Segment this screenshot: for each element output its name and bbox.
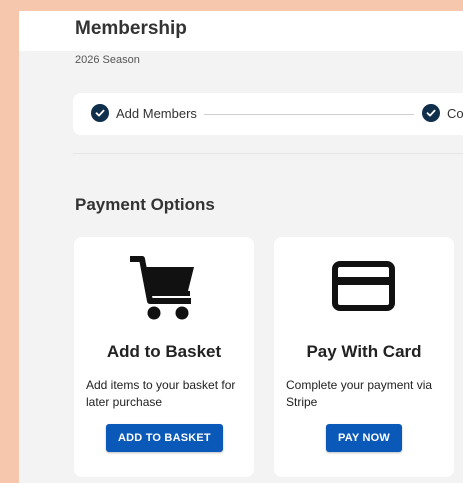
card-title: Pay With Card [306, 342, 422, 361]
step-label: Co [447, 105, 463, 121]
progress-stepper: Add Members Co [73, 93, 463, 135]
season-subtitle: 2026 Season [75, 54, 140, 66]
section-divider [73, 153, 463, 154]
step-complete[interactable]: Co [422, 104, 463, 122]
pay-now-button[interactable]: PAY NOW [326, 424, 402, 452]
step-label: Add Members [116, 105, 197, 121]
pay-with-card-card: Pay With Card Complete your payment via … [274, 237, 454, 477]
shopping-cart-icon [74, 253, 254, 323]
add-to-basket-button[interactable]: ADD TO BASKET [106, 424, 223, 452]
page-title: Membership [75, 18, 187, 39]
add-to-basket-card: Add to Basket Add items to your basket f… [74, 237, 254, 477]
card-title: Add to Basket [106, 342, 222, 361]
membership-panel: Membership 2026 Season Add Members Co Pa… [19, 11, 463, 483]
step-add-members[interactable]: Add Members [91, 104, 197, 122]
check-circle-icon [91, 104, 109, 122]
credit-card-icon [274, 253, 454, 323]
step-connector [204, 114, 414, 115]
card-description: Complete your payment via Stripe [286, 378, 433, 409]
check-circle-icon [422, 104, 440, 122]
payment-options-heading: Payment Options [75, 195, 215, 214]
header-bar: Membership [19, 11, 463, 51]
card-description: Add items to your basket for later purch… [86, 378, 236, 409]
